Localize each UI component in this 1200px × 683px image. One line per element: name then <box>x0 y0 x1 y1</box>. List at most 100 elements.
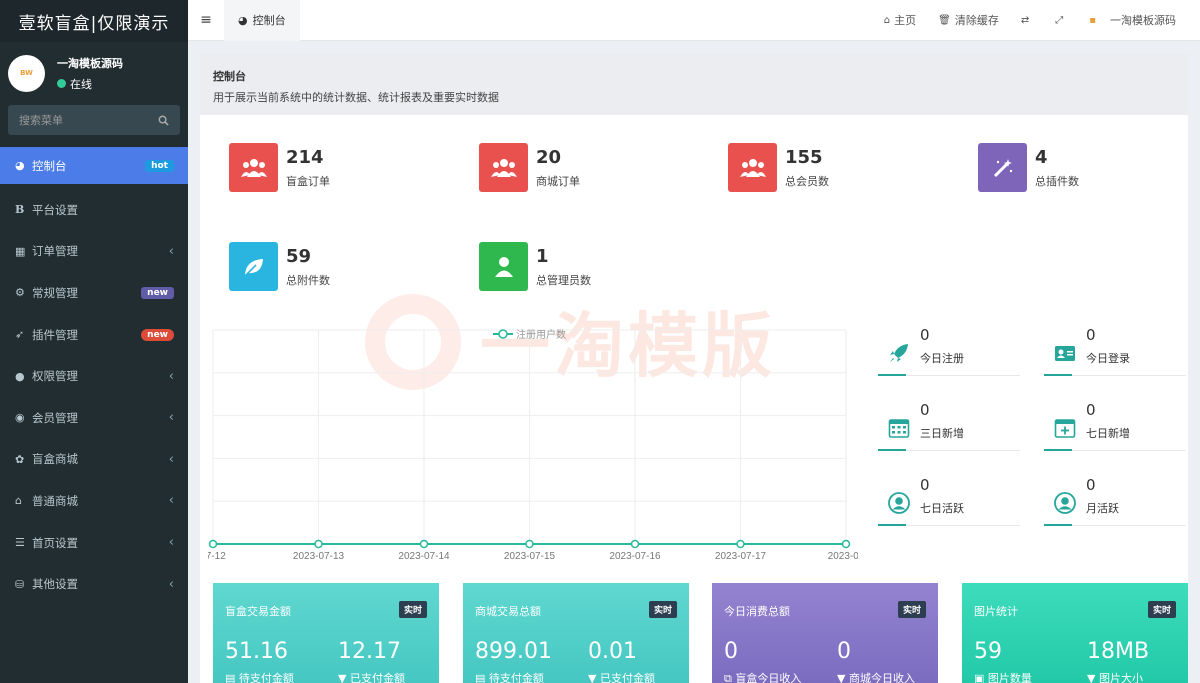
chevron-left-icon: ‹ <box>168 493 174 509</box>
chart-data-point <box>419 539 429 549</box>
sidebar-item-normal-mall[interactable]: ⌂ 普通商城 ‹ <box>0 480 188 522</box>
filter-icon: ▼ <box>588 672 600 683</box>
card-sub-label: 待支付金额 <box>238 672 294 683</box>
realtime-badge: 实时 <box>897 601 926 618</box>
card-sub-label: 盲盒今日收入 <box>735 672 802 683</box>
mini-stat-today-login: 0 今日登录 <box>1044 324 1186 394</box>
fullscreen-button[interactable]: ⤢ <box>1055 15 1067 26</box>
sidebar-item-permissions[interactable]: ● 权限管理 ‹ <box>0 355 188 397</box>
chevron-left-icon: ‹ <box>168 576 174 592</box>
mini-stat-three-day-new: 0 三日新增 <box>878 399 1020 469</box>
clear-cache-button[interactable]: 🗑 清除缓存 <box>938 12 999 28</box>
card-value-pending: 899.01 <box>475 639 552 664</box>
sidebar-item-label: 常规管理 <box>32 285 78 300</box>
sidebar-item-other-settings[interactable]: ⛁ 其他设置 ‹ <box>0 563 188 605</box>
mini-stat-underline <box>878 524 1020 526</box>
user-circle-icon <box>888 492 910 514</box>
chevron-left-icon: ‹ <box>168 243 174 259</box>
mini-stat-underline <box>1044 374 1186 376</box>
main-content: 控制台 用于展示当前系统中的统计数据、统计报表及重要实时数据 一淘模版 214 盲… <box>200 54 1188 683</box>
register-users-chart: 07-12 2023-07-13 2023-07-14 2023-07-15 2023-… <box>208 328 858 562</box>
home-link[interactable]: ⌂ 主页 <box>884 12 916 28</box>
card-value-pending: 51.16 <box>225 639 288 664</box>
user-status-label: 在线 <box>70 77 92 91</box>
realtime-badge: 实时 <box>648 601 677 618</box>
user-panel: BW 一淘模板源码 在线 <box>0 47 188 99</box>
home-label: 主页 <box>894 14 917 27</box>
search-icon[interactable] <box>158 115 169 126</box>
search-input[interactable]: 搜索菜单 <box>8 105 180 135</box>
sidebar-item-home-settings[interactable]: ☰ 首页设置 ‹ <box>0 522 188 564</box>
page-header: 控制台 用于展示当前系统中的统计数据、统计报表及重要实时数据 <box>200 54 1188 115</box>
translate-button[interactable]: ⇄ <box>1021 15 1033 26</box>
sidebar-item-members[interactable]: ◉ 会员管理 ‹ <box>0 397 188 439</box>
calculator-icon: ▦ <box>15 244 26 258</box>
avatar: BW <box>8 54 45 92</box>
dashboard-icon: ◕ <box>15 159 25 172</box>
database-icon: ⛁ <box>15 577 25 591</box>
chart-legend-label: 注册用户数 <box>516 328 566 341</box>
sidebar-item-label: 订单管理 <box>32 244 78 259</box>
card-sub-paid: ▼ 已支付金额 <box>338 670 405 683</box>
stat-blindbox-orders: 214 盲盒订单 <box>229 143 330 192</box>
user-icon <box>479 242 528 291</box>
mini-stat-underline <box>1044 449 1186 451</box>
card-value-paid: 12.17 <box>338 639 401 664</box>
sidebar-item-label: 插件管理 <box>32 327 78 342</box>
bank-icon: ⌂ <box>15 494 22 508</box>
sidebar-item-general[interactable]: ⚙ 常规管理 new <box>0 272 188 314</box>
user-menu[interactable]: ▪ 一淘模板源码 <box>1089 12 1176 28</box>
image-icon: ▣ <box>974 672 988 683</box>
stat-total-members: 155 总会员数 <box>728 143 829 192</box>
card-sub-label: 已支付金额 <box>599 672 655 683</box>
new-badge: new <box>141 328 174 341</box>
search-placeholder: 搜索菜单 <box>19 114 63 127</box>
stat-total-admins: 1 总管理员数 <box>479 242 591 291</box>
sidebar-item-blindbox-mall[interactable]: ✿ 盲盒商城 ‹ <box>0 439 188 481</box>
chart-data-point <box>525 539 534 549</box>
mini-stat-label: 三日新增 <box>920 427 964 440</box>
new-badge: new <box>141 286 174 299</box>
gift-icon: ✿ <box>15 452 25 466</box>
leaf-icon <box>229 242 278 291</box>
list-icon: ☰ <box>15 536 25 550</box>
stat-total-plugins: 4 总插件数 <box>978 143 1079 192</box>
stat-value: 20 <box>536 146 562 168</box>
chart-legend-marker <box>498 329 508 339</box>
stat-label: 盲盒订单 <box>286 174 330 188</box>
sidebar-item-plugins[interactable]: ➶ 插件管理 new <box>0 314 188 356</box>
sidebar-item-platform-settings[interactable]: B 平台设置 <box>0 189 188 231</box>
chart-data-point <box>736 539 745 549</box>
stat-label: 商城订单 <box>536 174 580 188</box>
user-circle-icon <box>1054 492 1076 514</box>
card-value-paid: 0.01 <box>588 639 637 664</box>
chart-data-point <box>208 539 218 549</box>
card-sub-label: 图片大小 <box>1098 672 1143 683</box>
sidebar-item-orders[interactable]: ▦ 订单管理 ‹ <box>0 231 188 273</box>
card-mall-trade: 商城交易总额 实时 899.01 0.01 ▤ 待支付金额 ▼ 已支付金额 <box>463 583 689 683</box>
tab-dashboard[interactable]: ◕ 控制台 <box>224 0 300 41</box>
card-value-mall: 0 <box>837 639 851 664</box>
mini-stat-label: 今日注册 <box>920 352 964 365</box>
card-title: 今日消费总额 <box>724 605 790 618</box>
chevron-left-icon: ‹ <box>168 368 174 384</box>
realtime-badge: 实时 <box>398 601 427 618</box>
app-title[interactable]: 壹软盲盒|仅限演示 <box>0 0 188 42</box>
mini-stat-seven-day-new: 0 七日新增 <box>1044 399 1186 469</box>
sidebar: 壹软盲盒|仅限演示 BW 一淘模板源码 在线 搜索菜单 ◕ 控制台 hot B … <box>0 0 188 683</box>
dashboard-icon: ◕ <box>238 13 248 27</box>
calendar-plus-icon <box>1054 419 1076 438</box>
hamburger-menu-icon[interactable]: ≡ <box>188 12 224 28</box>
chart-x-tick-label: 2023-07-15 <box>504 551 556 562</box>
card-sub-mall: ▼ 商城今日收入 <box>837 670 915 683</box>
chevron-left-icon: ‹ <box>168 410 174 426</box>
chart-x-tick-label: 2023-07-17 <box>715 551 767 562</box>
stat-value: 214 <box>286 146 324 168</box>
user-menu-label: 一淘模板源码 <box>1110 14 1176 27</box>
user-circle-icon: ◉ <box>15 411 25 425</box>
page-title: 控制台 <box>213 70 246 83</box>
sidebar-item-label: 权限管理 <box>32 369 78 384</box>
sidebar-item-dashboard[interactable]: ◕ 控制台 hot <box>0 147 188 184</box>
users-icon <box>229 143 278 192</box>
card-blindbox-trade: 盲盒交易金额 实时 51.16 12.17 ▤ 待支付金额 ▼ 已支付金额 <box>213 583 439 683</box>
